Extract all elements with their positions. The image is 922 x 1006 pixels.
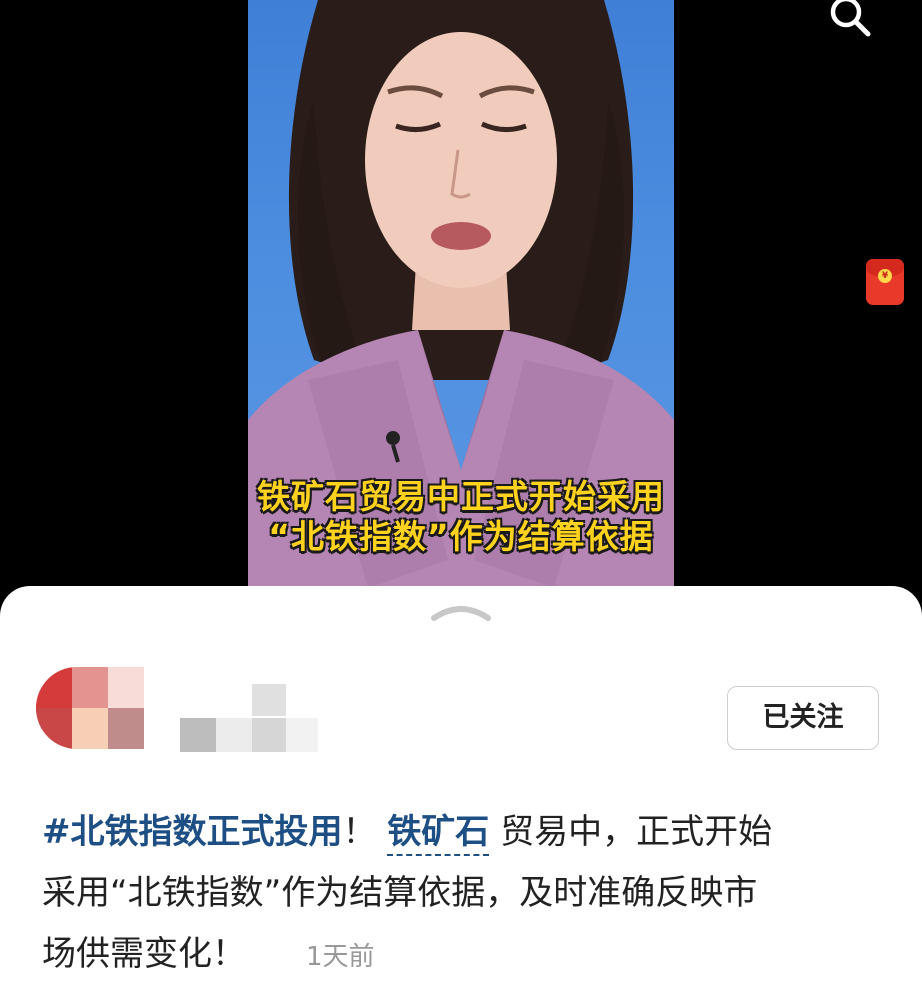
post-time: 1天前 [306, 942, 375, 972]
post-line-3-text: 场供需变化！ [42, 934, 246, 974]
post-line-1-rest: 贸易中，正式开始 [500, 812, 773, 852]
post-line-2: 采用“北铁指数”作为结算依据，及时准确反映市 [42, 873, 758, 913]
search-icon [830, 0, 871, 37]
red-packet-button[interactable]: ¥ [866, 259, 904, 305]
video-frame[interactable]: 铁矿石贸易中正式开始采用 “北铁指数”作为结算依据 [248, 0, 674, 588]
expand-handle[interactable] [430, 602, 492, 622]
author-name-pixelated[interactable] [180, 684, 320, 754]
post-line-3: 场供需变化！ 1天前 [42, 924, 882, 985]
post-line-1: #北铁指数正式投用！ 铁矿石 贸易中，正式开始 [42, 802, 882, 863]
post-exclaim: ！ [342, 812, 377, 852]
author-avatar[interactable] [36, 667, 144, 749]
chevron-up-icon [431, 606, 491, 621]
post-text: #北铁指数正式投用！ 铁矿石 贸易中，正式开始 采用“北铁指数”作为结算依据，及… [42, 802, 882, 985]
post-detail-sheet: 已关注 #北铁指数正式投用！ 铁矿石 贸易中，正式开始 采用“北铁指数”作为结算… [0, 586, 922, 1006]
video-player[interactable]: 铁矿石贸易中正式开始采用 “北铁指数”作为结算依据 ¥ [0, 0, 922, 600]
red-packet-seal: ¥ [878, 269, 892, 283]
hashtag-link[interactable]: #北铁指数正式投用 [42, 812, 343, 852]
video-caption-line-2: “北铁指数”作为结算依据 [268, 517, 654, 556]
search-button[interactable] [820, 0, 880, 44]
follow-button[interactable]: 已关注 [727, 686, 879, 750]
topic-link[interactable]: 铁矿石 [387, 812, 490, 856]
